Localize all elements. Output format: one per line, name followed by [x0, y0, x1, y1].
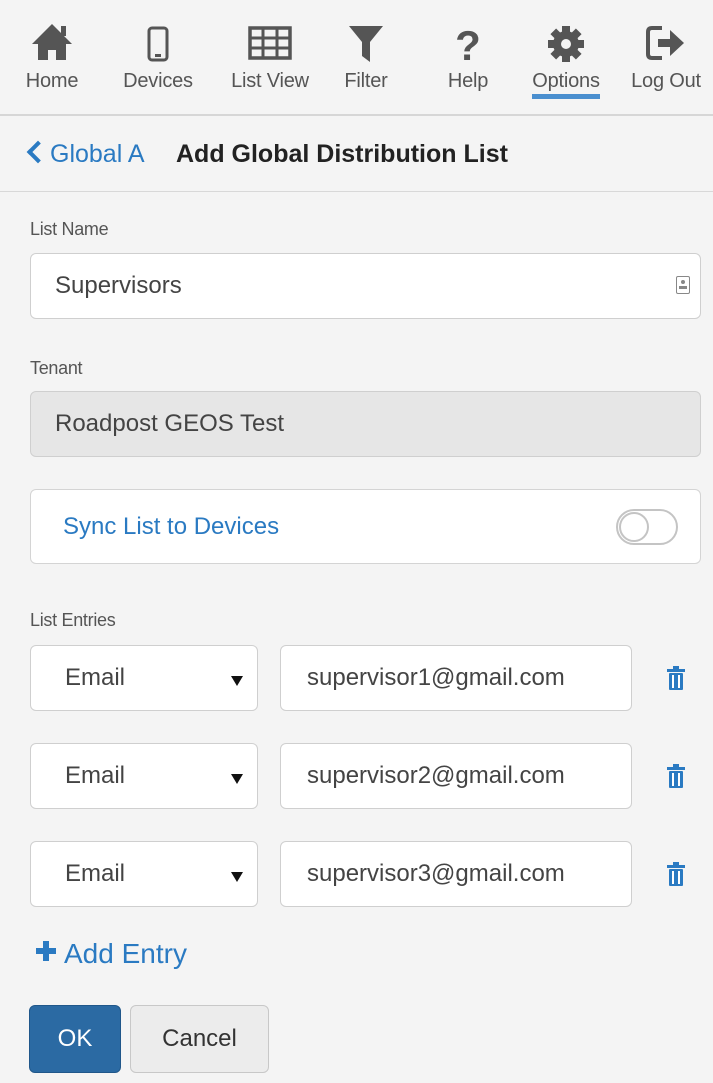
cancel-button[interactable]: Cancel	[130, 1005, 269, 1073]
plus-icon	[36, 941, 56, 961]
entry-type-value: Email	[65, 860, 126, 887]
nav-label: List View	[231, 70, 309, 92]
entry-value: supervisor2@gmail.com	[307, 762, 565, 789]
back-link[interactable]: Global A	[26, 140, 145, 169]
nav-log-out[interactable]: Log Out	[620, 14, 712, 99]
trash-icon[interactable]	[666, 764, 686, 788]
back-label: Global A	[50, 140, 145, 168]
nav-home[interactable]: Home	[6, 14, 98, 99]
add-entry-link[interactable]: Add Entry	[36, 938, 187, 970]
svg-text:?: ?	[455, 22, 481, 69]
nav-list-view[interactable]: List View	[224, 14, 316, 99]
entry-type-select[interactable]: Email	[30, 645, 258, 711]
nav-label: Home	[25, 70, 79, 92]
nav-help[interactable]: ? Help	[422, 14, 514, 99]
logout-icon	[620, 14, 712, 70]
page-title: Add Global Distribution List	[176, 140, 508, 168]
chevron-left-icon	[26, 140, 50, 164]
mobile-device-icon	[112, 14, 204, 70]
list-name-value: Supervisors	[55, 272, 182, 299]
tenant-field: Roadpost GEOS Test	[30, 391, 701, 457]
caret-down-icon	[231, 872, 243, 882]
trash-icon[interactable]	[666, 666, 686, 690]
ok-button[interactable]: OK	[29, 1005, 121, 1073]
add-entry-label: Add Entry	[64, 938, 187, 969]
entry-value: supervisor1@gmail.com	[307, 664, 565, 691]
top-navigation: Home Devices List View Filter ? Help Opt…	[0, 0, 713, 116]
tenant-label: Tenant	[30, 358, 83, 378]
entry-type-value: Email	[65, 664, 126, 691]
filter-icon	[320, 14, 412, 70]
sync-list-row: Sync List to Devices	[30, 489, 701, 564]
entry-value-input[interactable]: supervisor3@gmail.com	[280, 841, 632, 907]
entry-type-select[interactable]: Email	[30, 743, 258, 809]
caret-down-icon	[231, 676, 243, 686]
list-name-input[interactable]: Supervisors	[30, 253, 701, 319]
nav-label: Log Out	[631, 70, 701, 92]
nav-label: Options	[532, 70, 600, 99]
page-header: Global A Add Global Distribution List	[0, 118, 713, 192]
nav-filter[interactable]: Filter	[320, 14, 412, 99]
trash-icon[interactable]	[666, 862, 686, 886]
home-icon	[6, 14, 98, 70]
entry-value-input[interactable]: supervisor1@gmail.com	[280, 645, 632, 711]
list-name-label: List Name	[30, 219, 109, 239]
nav-devices[interactable]: Devices	[112, 14, 204, 99]
nav-label: Devices	[123, 70, 193, 92]
toggle-knob	[619, 512, 649, 542]
sync-label: Sync List to Devices	[63, 513, 280, 540]
sync-toggle[interactable]	[616, 509, 678, 545]
gear-icon	[520, 14, 612, 70]
caret-down-icon	[231, 774, 243, 784]
grid-icon	[224, 14, 316, 70]
nav-options[interactable]: Options	[520, 14, 612, 99]
nav-label: Filter	[344, 70, 388, 92]
help-icon: ?	[422, 14, 514, 70]
entry-type-value: Email	[65, 762, 126, 789]
nav-label: Help	[447, 70, 489, 92]
entry-value-input[interactable]: supervisor2@gmail.com	[280, 743, 632, 809]
tenant-value: Roadpost GEOS Test	[55, 410, 285, 437]
list-entries-label: List Entries	[30, 610, 116, 630]
entry-type-select[interactable]: Email	[30, 841, 258, 907]
contact-card-icon[interactable]	[676, 276, 690, 294]
entry-value: supervisor3@gmail.com	[307, 860, 565, 887]
